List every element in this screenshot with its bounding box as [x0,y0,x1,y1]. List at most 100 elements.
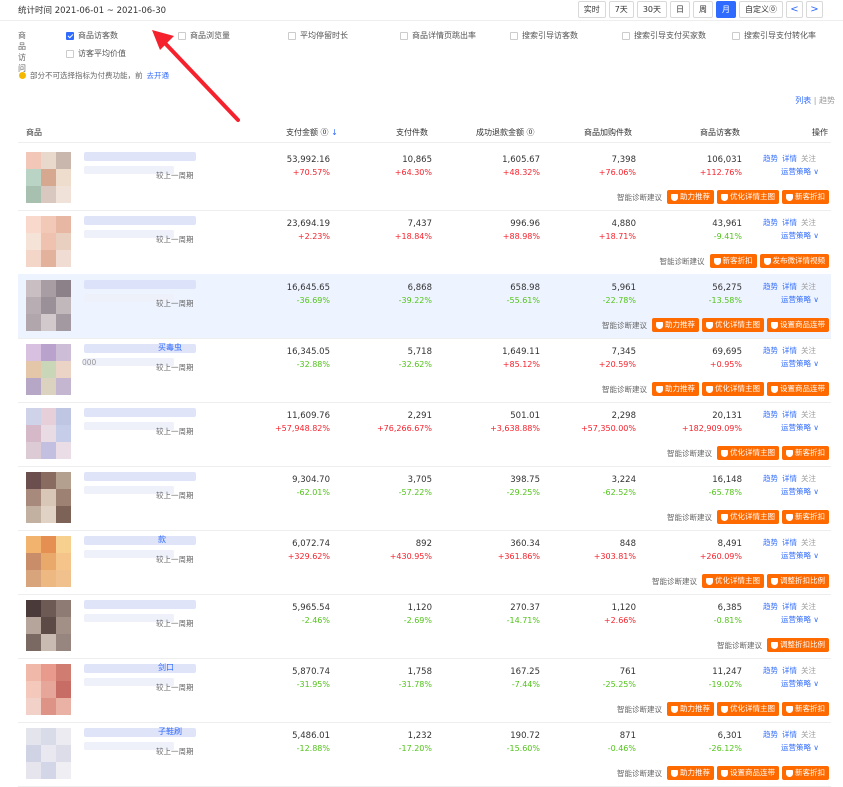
product-thumbnail[interactable] [26,152,72,204]
detail-link[interactable]: 详情 [782,474,797,483]
product-thumbnail[interactable] [26,664,72,716]
suggestion-button[interactable]: 新客折扣 [782,446,829,460]
suggestion-button[interactable]: 新客折扣 [782,766,829,780]
range-custom[interactable]: 自定义⓪ [739,1,783,18]
suggestion-button[interactable]: 优化详情主图 [717,702,779,716]
trend-view-link[interactable]: 趋势 [819,96,835,105]
checkbox-icon[interactable] [288,31,296,40]
product-title-blurred[interactable] [84,664,196,673]
strategy-dropdown[interactable]: 运营策略 ∨ [781,615,819,624]
product-title-blurred[interactable] [84,216,196,225]
table-row[interactable]: 较上一周期 9,304.70 -62.01% 3,705 -57.22% 398.75 -2… [18,466,831,531]
metric-visitors[interactable]: 商品访客数 [66,30,118,41]
suggestion-button[interactable]: 优化详情主图 [702,574,764,588]
detail-link[interactable]: 详情 [782,730,797,739]
range-week[interactable]: 周 [693,1,713,18]
checkbox-icon[interactable] [66,31,74,40]
metric-search-conversion[interactable]: 搜索引导支付转化率 [732,30,816,41]
suggestion-button[interactable]: 优化详情主图 [717,446,779,460]
sort-desc-icon[interactable]: ↓ [329,128,338,137]
table-row[interactable]: 较上一周期 53,992.16 +70.57% 10,865 +64.30% 1,605.… [18,146,831,211]
strategy-dropdown[interactable]: 运营策略 ∨ [781,231,819,240]
range-day[interactable]: 日 [670,1,690,18]
suggestion-button[interactable]: 新客折扣 [709,254,757,268]
col-pay-amount[interactable]: 支付金额 ⓪ ↓ [286,127,338,138]
product-thumbnail[interactable] [26,472,72,524]
follow-link[interactable]: 关注 [801,538,816,547]
trend-link[interactable]: 趋势 [763,666,778,675]
checkbox-icon[interactable] [732,31,740,40]
table-row[interactable]: 较上一周期 23,694.19 +2.23% 7,437 +18.84% 996.96 +8… [18,210,831,275]
suggestion-button[interactable]: 优化详情主图 [702,382,764,396]
range-7d[interactable]: 7天 [608,1,634,18]
product-title-fragment[interactable]: 剑口 [158,662,174,673]
col-visitors[interactable]: 商品访客数 [700,127,740,138]
trend-link[interactable]: 趋势 [763,218,778,227]
prev-period-button[interactable]: < [786,1,803,18]
detail-link[interactable]: 详情 [782,410,797,419]
checkbox-icon[interactable] [622,31,630,40]
checkbox-icon[interactable] [400,31,408,40]
product-title-blurred[interactable] [84,536,196,545]
checkbox-icon[interactable] [510,31,518,40]
col-cart[interactable]: 商品加购件数 [584,127,632,138]
trend-link[interactable]: 趋势 [763,154,778,163]
suggestion-button[interactable]: 调整折扣比例 [767,638,829,652]
follow-link[interactable]: 关注 [801,666,816,675]
table-row[interactable]: 买毒虫 000 较上一周期 16,345.05 -32.88% 5,718 -32.62% 1… [18,338,831,403]
follow-link[interactable]: 关注 [801,602,816,611]
metric-avg-stay[interactable]: 平均停留时长 [288,30,348,41]
suggestion-button[interactable]: 助力推荐 [667,766,714,780]
col-refund[interactable]: 成功退款金额 ⓪ [476,127,535,138]
metric-search-visitors[interactable]: 搜索引导访客数 [510,30,578,41]
follow-link[interactable]: 关注 [801,474,816,483]
range-month[interactable]: 月 [716,1,736,18]
detail-link[interactable]: 详情 [782,602,797,611]
range-realtime[interactable]: 实时 [577,1,606,18]
metric-visitor-value[interactable]: 访客平均价值 [66,48,126,59]
strategy-dropdown[interactable]: 运营策略 ∨ [781,679,819,688]
product-title-blurred[interactable] [84,472,196,481]
product-thumbnail[interactable] [26,344,72,396]
product-thumbnail[interactable] [26,280,72,332]
strategy-dropdown[interactable]: 运营策略 ∨ [781,487,819,496]
trend-link[interactable]: 趋势 [763,538,778,547]
product-thumbnail[interactable] [26,728,72,780]
suggestion-button[interactable]: 发布微详情视频 [759,254,829,268]
strategy-dropdown[interactable]: 运营策略 ∨ [781,295,819,304]
suggestion-button[interactable]: 新客折扣 [782,190,829,204]
strategy-dropdown[interactable]: 运营策略 ∨ [781,743,819,752]
col-pay-qty[interactable]: 支付件数 [396,127,428,138]
table-row[interactable]: 较上一周期 5,965.54 -2.46% 1,120 -2.69% 270.37 -14.… [18,594,831,659]
follow-link[interactable]: 关注 [801,730,816,739]
range-30d[interactable]: 30天 [636,1,667,18]
suggestion-button[interactable]: 助力推荐 [667,190,714,204]
suggestion-button[interactable]: 优化详情主图 [702,318,764,332]
strategy-dropdown[interactable]: 运营策略 ∨ [781,423,819,432]
product-title-fragment[interactable]: 款 [158,534,166,545]
trend-link[interactable]: 趋势 [763,474,778,483]
suggestion-button[interactable]: 助力推荐 [652,382,699,396]
follow-link[interactable]: 关注 [801,410,816,419]
table-row[interactable]: 款较上一周期 6,072.74 +329.62% 892 +430.95% 360.34 +… [18,530,831,595]
product-title-blurred[interactable] [84,280,196,289]
follow-link[interactable]: 关注 [801,154,816,163]
suggestion-button[interactable]: 设置商品连带 [767,382,829,396]
product-thumbnail[interactable] [26,408,72,460]
detail-link[interactable]: 详情 [782,538,797,547]
suggestion-button[interactable]: 新客折扣 [782,702,829,716]
product-title-blurred[interactable] [84,600,196,609]
suggestion-button[interactable]: 设置商品连带 [717,766,779,780]
trend-link[interactable]: 趋势 [763,602,778,611]
detail-link[interactable]: 详情 [782,218,797,227]
strategy-dropdown[interactable]: 运营策略 ∨ [781,167,819,176]
suggestion-button[interactable]: 助力推荐 [667,702,714,716]
trend-link[interactable]: 趋势 [763,730,778,739]
follow-link[interactable]: 关注 [801,282,816,291]
detail-link[interactable]: 详情 [782,666,797,675]
table-row[interactable]: 子鞋刷 较上一周期 5,486.01 -12.88% 1,232 -17.20% 190.7… [18,722,831,787]
next-period-button[interactable]: > [806,1,823,18]
list-view-link[interactable]: 列表 [795,96,811,105]
product-thumbnail[interactable] [26,216,72,268]
suggestion-button[interactable]: 优化详情主图 [717,190,779,204]
